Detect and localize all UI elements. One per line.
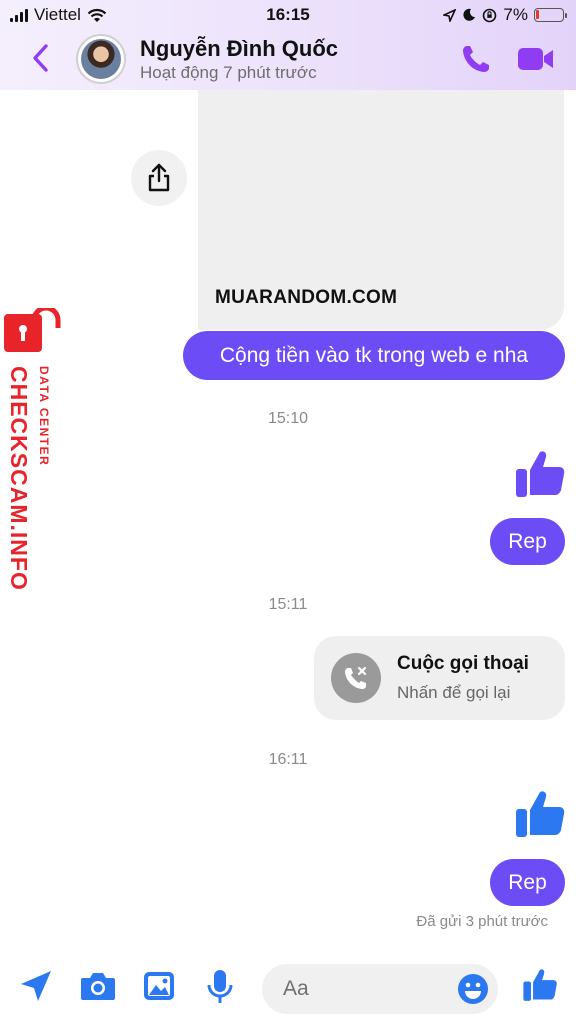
timestamp: 15:10 bbox=[267, 410, 309, 427]
emoji-icon[interactable] bbox=[457, 973, 489, 1005]
message-text: Rep bbox=[508, 870, 547, 894]
rotation-lock-icon bbox=[483, 8, 497, 22]
location-arrow-icon bbox=[443, 8, 457, 22]
battery-percent: 7% bbox=[503, 5, 528, 24]
activity-status: Hoạt động 7 phút trước bbox=[140, 63, 317, 82]
message-text: Cộng tiền vào tk trong web e nha bbox=[219, 343, 529, 367]
status-bar: Viettel 16:15 7% bbox=[0, 4, 576, 26]
phone-icon[interactable] bbox=[459, 42, 493, 76]
microphone-icon[interactable] bbox=[204, 968, 236, 1006]
outgoing-message[interactable]: Rep bbox=[490, 518, 565, 565]
message-input[interactable]: Aa bbox=[262, 964, 498, 1014]
timestamp: 15:11 bbox=[268, 596, 308, 613]
watermark-subtitle: DATA CENTER bbox=[37, 366, 51, 467]
watermark-brand: CHECKSCAM.INFO bbox=[6, 366, 32, 591]
outgoing-message[interactable]: Rep bbox=[490, 859, 565, 906]
battery-icon bbox=[534, 8, 567, 22]
contact-avatar[interactable] bbox=[76, 34, 126, 84]
video-camera-icon[interactable] bbox=[516, 42, 556, 76]
thumbs-up-icon[interactable] bbox=[514, 448, 566, 500]
moon-icon bbox=[463, 8, 476, 21]
outgoing-message[interactable]: Cộng tiền vào tk trong web e nha bbox=[183, 331, 565, 380]
link-preview-card[interactable]: MUARANDOM.COM bbox=[198, 90, 564, 330]
call-subtitle: Nhấn để gọi lại bbox=[397, 683, 511, 702]
message-placeholder: Aa bbox=[283, 977, 309, 1000]
camera-icon[interactable] bbox=[79, 968, 117, 1004]
messenger-chat-screen: Viettel 16:15 7% Nguyễn Đình Quốc Hoạt đ… bbox=[0, 0, 576, 1024]
message-text: Rep bbox=[508, 529, 547, 553]
missed-call-icon bbox=[331, 653, 381, 703]
thumbs-up-icon[interactable] bbox=[522, 966, 558, 1004]
voice-call-card[interactable]: Cuộc gọi thoại Nhấn để gọi lại bbox=[314, 636, 565, 720]
timestamp: 16:11 bbox=[268, 751, 308, 768]
lock-icon bbox=[4, 308, 61, 352]
call-title: Cuộc gọi thoại bbox=[397, 653, 529, 674]
thumbs-up-icon[interactable] bbox=[514, 788, 566, 840]
share-icon bbox=[148, 163, 170, 192]
share-button[interactable] bbox=[131, 150, 187, 206]
message-composer: Aa bbox=[0, 950, 576, 1024]
back-chevron-icon[interactable] bbox=[28, 40, 56, 76]
contact-name[interactable]: Nguyễn Đình Quốc bbox=[140, 36, 338, 62]
sent-status: Đã gửi 3 phút trước bbox=[416, 913, 548, 930]
send-location-icon[interactable] bbox=[18, 968, 54, 1004]
photo-icon[interactable] bbox=[141, 968, 177, 1004]
link-preview-site: MUARANDOM.COM bbox=[215, 287, 398, 308]
chat-header: Viettel 16:15 7% Nguyễn Đình Quốc Hoạt đ… bbox=[0, 0, 576, 90]
